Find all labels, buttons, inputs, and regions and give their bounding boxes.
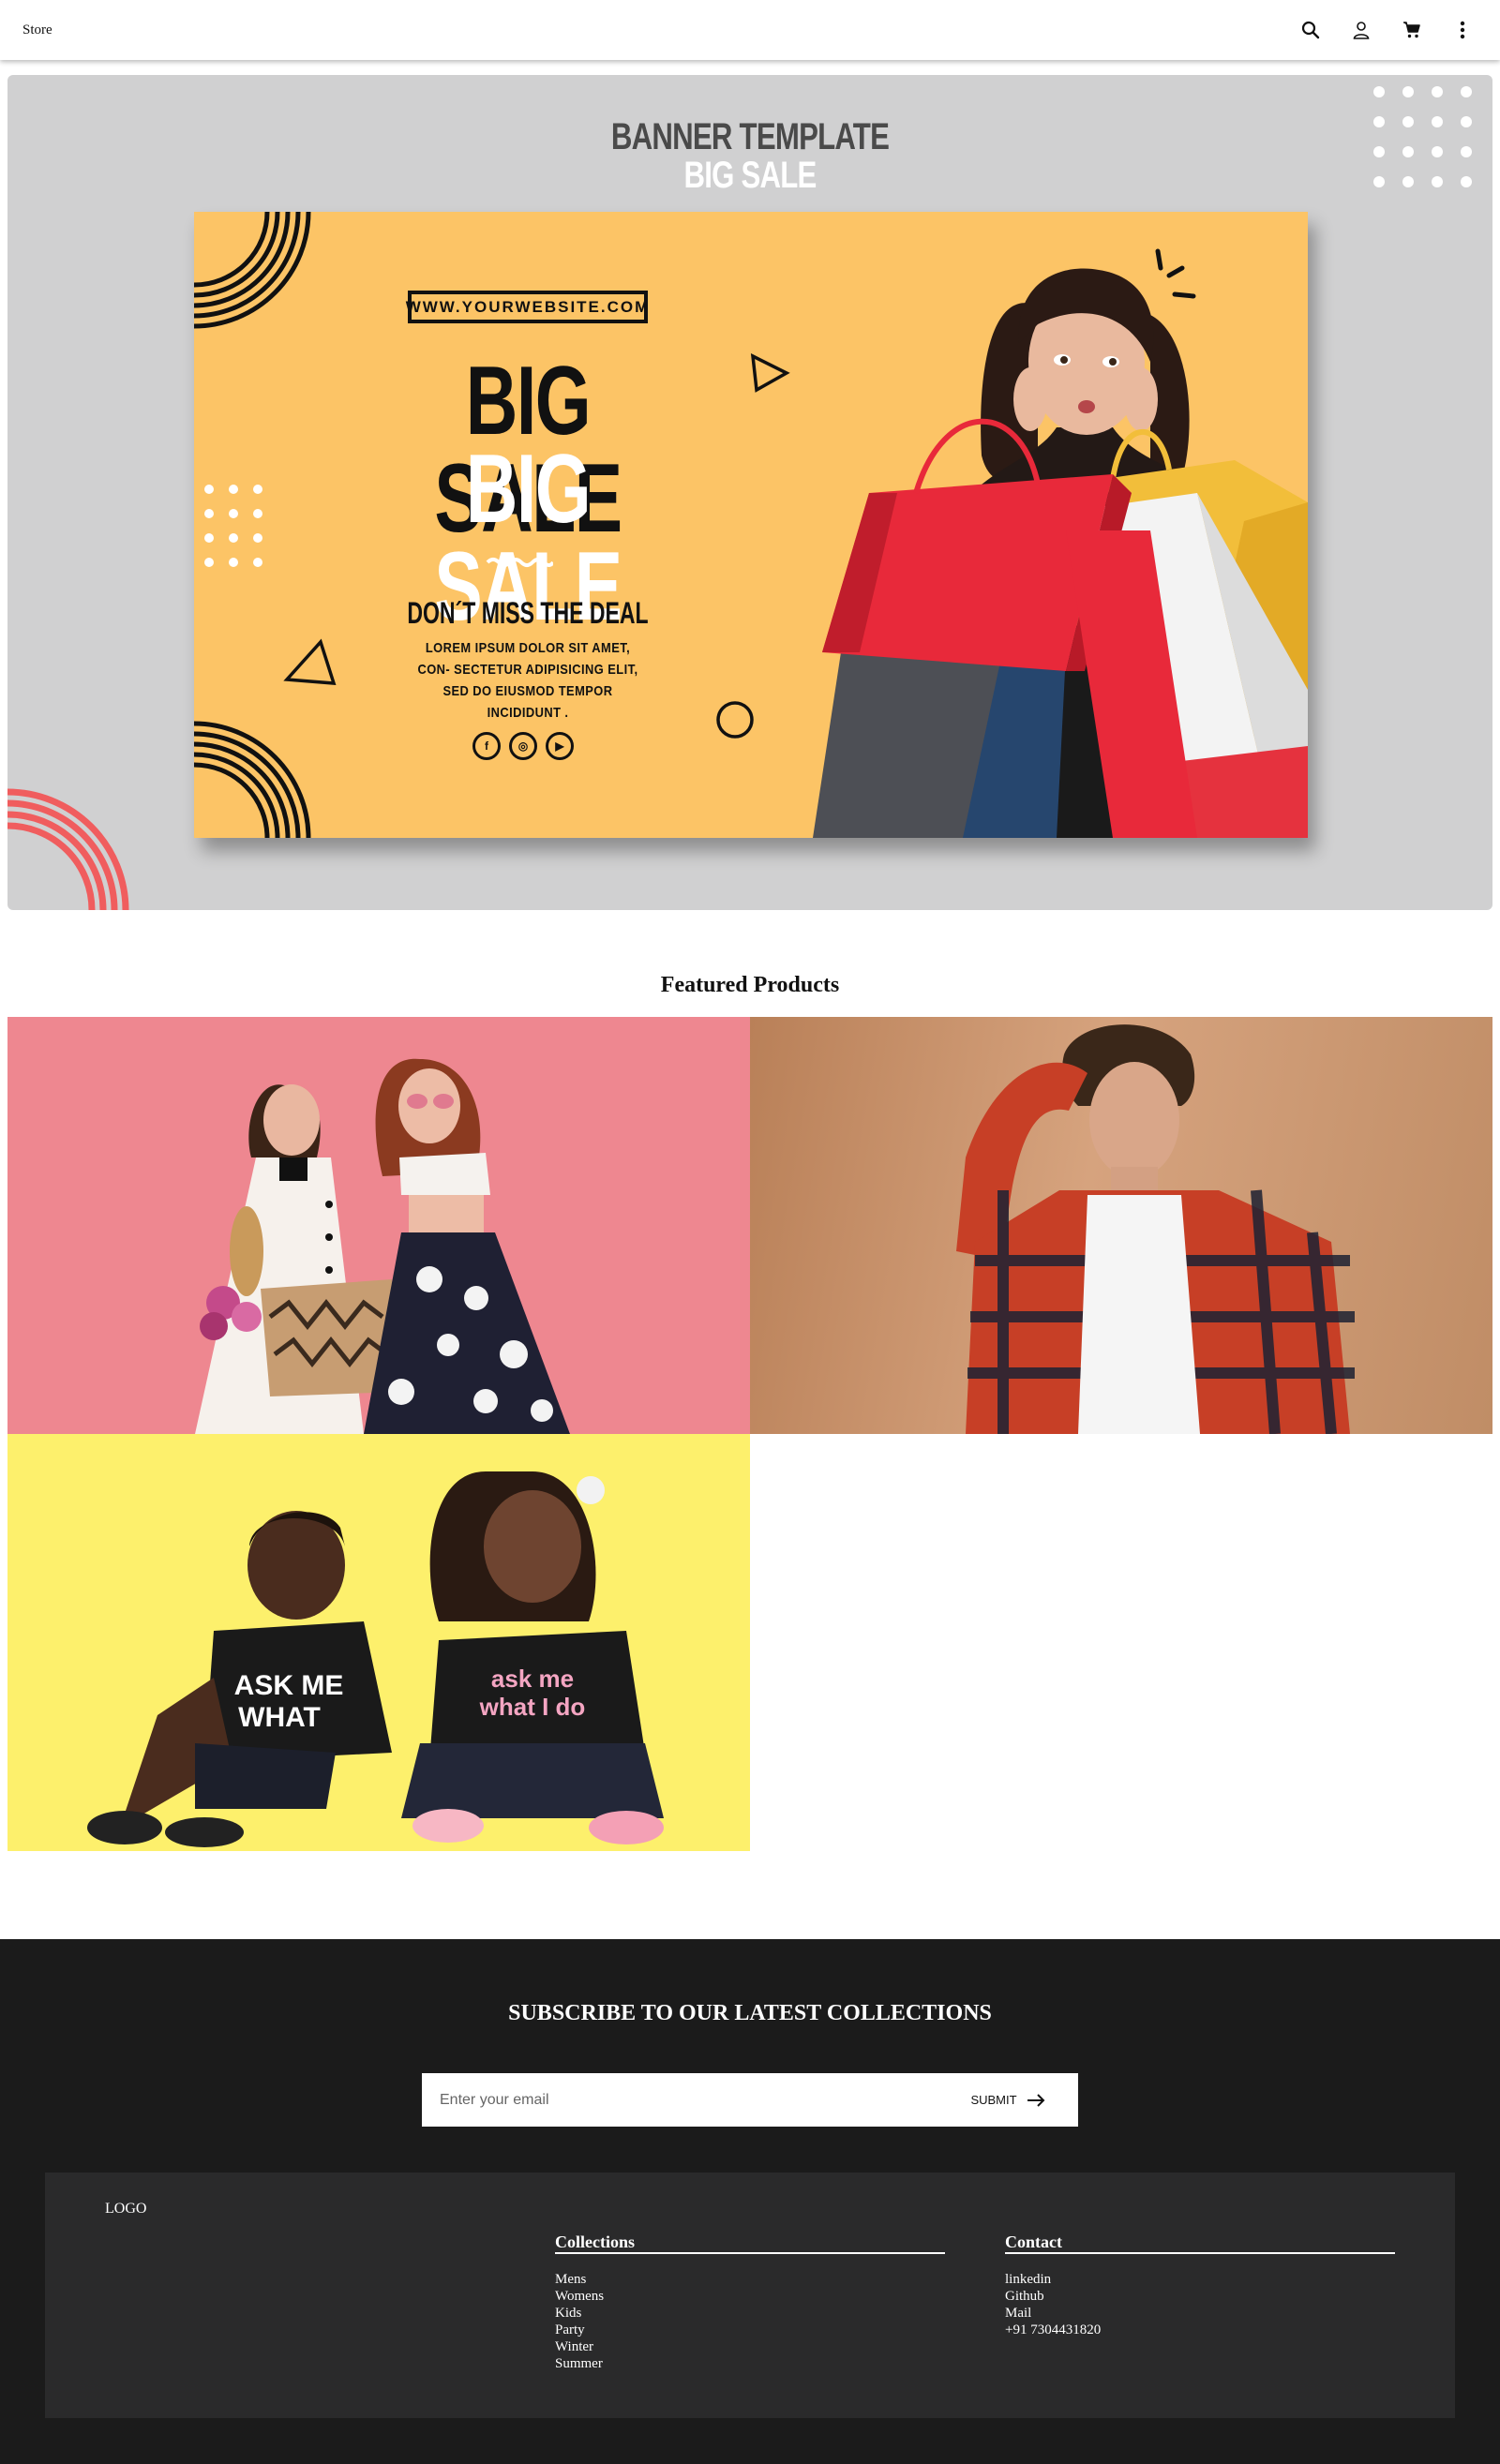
kids-fashion-image: ASK ME WHAT ask me what I do: [87, 1471, 664, 1847]
collection-link-summer[interactable]: Summer: [555, 2355, 945, 2372]
collections-column: Collections Mens Womens Kids Party Winte…: [555, 2233, 945, 2372]
arrow-right-icon: [1027, 2093, 1044, 2107]
contact-link-mail[interactable]: Mail: [1005, 2305, 1395, 2322]
decorative-arc: [8, 788, 129, 910]
product-card-kids[interactable]: ASK ME WHAT ask me what I do: [8, 1434, 750, 1851]
collection-link-womens[interactable]: Womens: [555, 2288, 945, 2305]
submit-label: SUBMIT: [970, 2093, 1017, 2107]
decorative-dots: [1373, 86, 1472, 187]
website-url: WWW.YOURWEBSITE.COM: [406, 291, 648, 323]
decorative-arc: [194, 721, 311, 838]
svg-text:what I do: what I do: [479, 1693, 586, 1721]
svg-text:ask me: ask me: [491, 1665, 574, 1693]
collections-heading: Collections: [555, 2233, 945, 2254]
svg-text:ASK ME: ASK ME: [234, 1670, 344, 1701]
men-fashion-image: [956, 1024, 1355, 1434]
cart-icon[interactable]: [1401, 19, 1423, 41]
decorative-dots: [204, 485, 262, 567]
collections-list: Mens Womens Kids Party Winter Summer: [555, 2271, 945, 2372]
contact-heading: Contact: [1005, 2233, 1395, 2254]
collection-link-mens[interactable]: Mens: [555, 2271, 945, 2288]
collection-link-party[interactable]: Party: [555, 2322, 945, 2338]
svg-text:WHAT: WHAT: [238, 1702, 321, 1733]
banner-heading: BANNER TEMPLATE: [610, 116, 890, 157]
contact-link-linkedin[interactable]: linkedin: [1005, 2271, 1395, 2288]
hero-banner[interactable]: BANNER TEMPLATE BIG SALE WWW.YOURWEBSITE…: [8, 75, 1492, 910]
contact-column: Contact linkedin Github Mail +91 7304431…: [1005, 2233, 1395, 2338]
social-links: f ◎ ▶: [472, 732, 574, 760]
footer-panel: LOGO Collections Mens Womens Kids Party …: [45, 2173, 1455, 2418]
more-vertical-icon[interactable]: [1451, 19, 1474, 41]
contact-link-github[interactable]: Github: [1005, 2288, 1395, 2305]
sale-poster[interactable]: WWW.YOURWEBSITE.COM BIG SALE BIG SALE DO…: [194, 212, 1308, 838]
subscribe-form: SUBMIT: [422, 2073, 1078, 2127]
woman-with-shopping-bags: [813, 268, 1308, 838]
search-icon[interactable]: [1299, 19, 1322, 41]
triangle-shape: [283, 638, 337, 685]
top-navbar: Store: [0, 0, 1500, 60]
product-card-women[interactable]: [8, 1017, 750, 1434]
decorative-arc: [194, 212, 311, 329]
subscribe-heading: SUBSCRIBE TO OUR LATEST COLLECTIONS: [508, 2001, 992, 2025]
women-fashion-image: [195, 1058, 570, 1434]
collection-link-winter[interactable]: Winter: [555, 2338, 945, 2355]
contact-phone[interactable]: +91 7304431820: [1005, 2322, 1395, 2338]
user-icon[interactable]: [1350, 19, 1372, 41]
footer-logo[interactable]: LOGO: [105, 2201, 146, 2218]
site-footer: SUBSCRIBE TO OUR LATEST COLLECTIONS SUBM…: [0, 1939, 1500, 2464]
facebook-icon[interactable]: f: [472, 732, 501, 760]
featured-products-title: Featured Products: [660, 973, 840, 997]
brand-name[interactable]: Store: [22, 22, 52, 38]
contact-list: linkedin Github Mail +91 7304431820: [1005, 2271, 1395, 2338]
submit-button[interactable]: SUBMIT: [938, 2073, 1078, 2127]
banner-subheading: BIG SALE: [683, 155, 817, 196]
deal-text: DON´T MISS THE DEAL: [407, 596, 649, 630]
wave-divider: [486, 558, 553, 567]
email-input[interactable]: [422, 2073, 938, 2127]
youtube-icon[interactable]: ▶: [546, 732, 574, 760]
circle-shape: [716, 701, 754, 739]
instagram-icon[interactable]: ◎: [509, 732, 537, 760]
navbar-icon-group: [1299, 19, 1478, 41]
poster-description: LOREM IPSUM DOLOR SIT AMET, CON- SECTETU…: [417, 640, 638, 721]
collection-link-kids[interactable]: Kids: [555, 2305, 945, 2322]
product-card-men[interactable]: [750, 1017, 1492, 1434]
